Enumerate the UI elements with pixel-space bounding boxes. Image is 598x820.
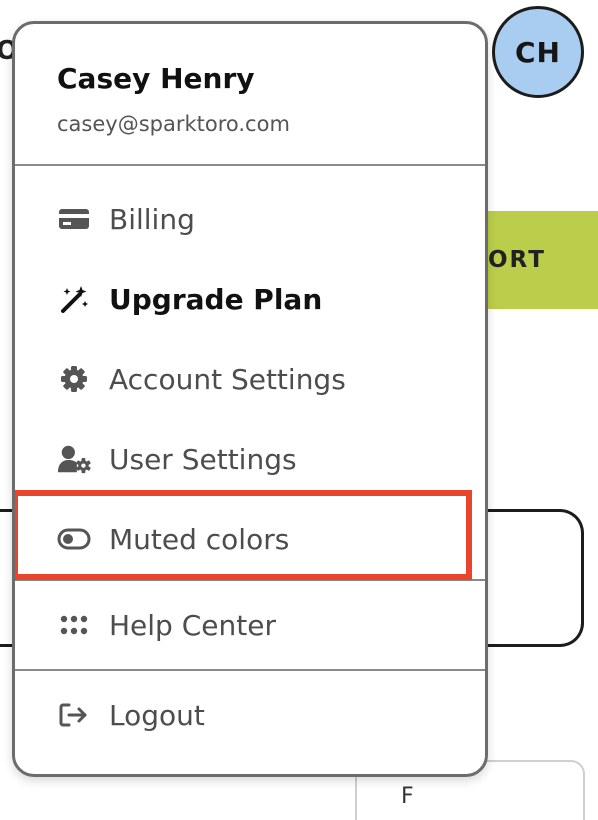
credit-card-icon bbox=[57, 202, 91, 236]
user-gear-icon bbox=[57, 442, 91, 476]
toggle-icon bbox=[57, 522, 91, 556]
menu-item-label: Upgrade Plan bbox=[109, 282, 323, 316]
menu-item-label: Logout bbox=[109, 698, 205, 732]
menu-item-label: User Settings bbox=[109, 442, 297, 476]
menu-item-help-center[interactable]: Help Center bbox=[15, 581, 485, 669]
menu-item-muted-colors[interactable]: Muted colors bbox=[15, 490, 485, 580]
export-button[interactable]: ORT bbox=[470, 211, 598, 309]
user-name: Casey Henry bbox=[57, 62, 255, 95]
grid-dots-icon bbox=[57, 608, 91, 642]
menu-item-label: Account Settings bbox=[109, 362, 346, 396]
logout-icon bbox=[57, 698, 91, 732]
menu-item-logout[interactable]: Logout bbox=[15, 671, 485, 759]
menu-item-label: Muted colors bbox=[109, 522, 290, 556]
menu-item-user-settings[interactable]: User Settings bbox=[15, 419, 485, 499]
bottom-card-text: F bbox=[401, 784, 414, 809]
avatar[interactable]: CH bbox=[492, 6, 584, 98]
export-button-label: ORT bbox=[488, 247, 546, 273]
menu-user-header: Casey Henry casey@sparktoro.com bbox=[15, 24, 485, 166]
menu-item-label: Help Center bbox=[109, 608, 276, 642]
magic-wand-icon bbox=[57, 282, 91, 316]
account-dropdown-menu: Casey Henry casey@sparktoro.com Billing … bbox=[12, 21, 488, 777]
avatar-initials: CH bbox=[515, 35, 561, 69]
menu-item-account-settings[interactable]: Account Settings bbox=[15, 339, 485, 419]
menu-item-label: Billing bbox=[109, 202, 195, 236]
gear-icon bbox=[57, 362, 91, 396]
menu-item-upgrade-plan[interactable]: Upgrade Plan bbox=[15, 259, 485, 339]
menu-item-billing[interactable]: Billing bbox=[15, 179, 485, 259]
user-email: casey@sparktoro.com bbox=[57, 112, 290, 136]
